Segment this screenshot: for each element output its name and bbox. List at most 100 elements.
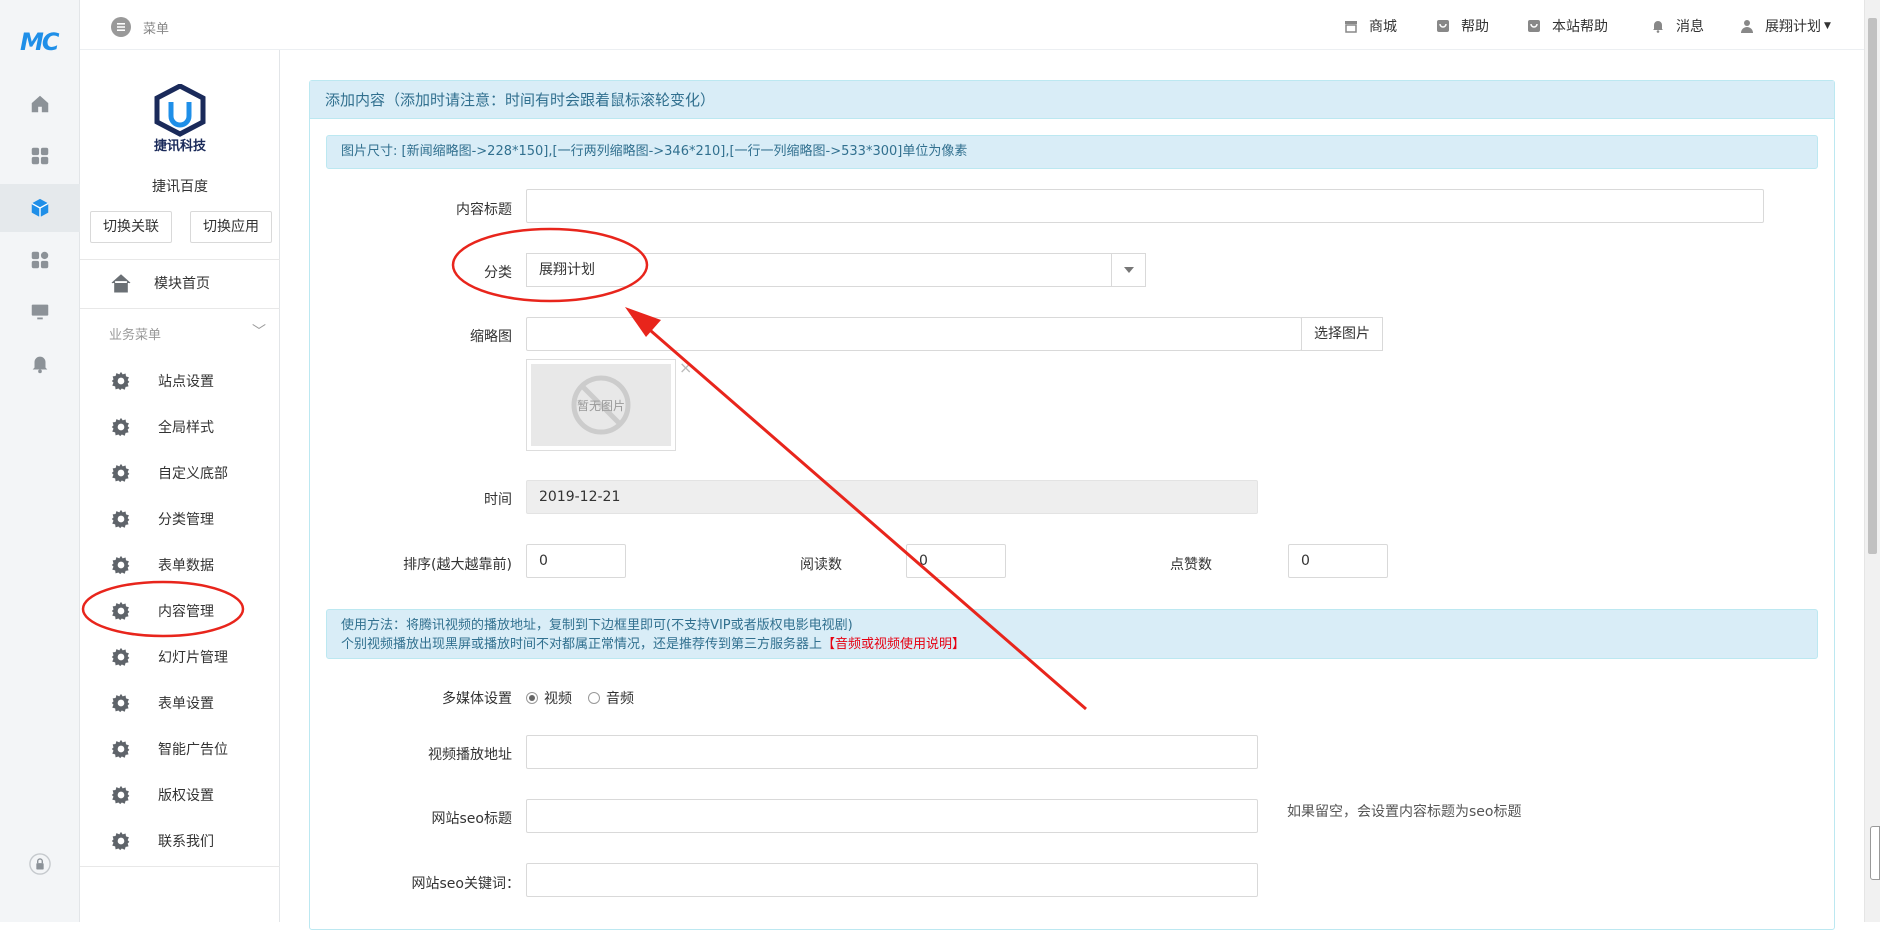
- sidebar-item-content-manage[interactable]: 内容管理: [80, 594, 280, 628]
- sort-input[interactable]: [526, 544, 626, 578]
- scrollbar-thumb[interactable]: [1868, 18, 1877, 554]
- shop-link[interactable]: 商城: [1343, 16, 1397, 36]
- gear-icon: [111, 463, 130, 483]
- sidebar-item-label: 表单数据: [158, 558, 214, 574]
- sidebar-item-form-data[interactable]: 表单数据: [80, 548, 280, 582]
- side-handle[interactable]: [1870, 826, 1880, 880]
- business-menu-heading: 业务菜单: [109, 328, 162, 343]
- seo-keywords-label: 网站seo关键词：: [411, 876, 520, 892]
- sidebar-item-label: 全局样式: [158, 420, 214, 436]
- video-note-line-1: 使用方法：将腾讯视频的播放地址，复制到下边框里即可(不支持VIP或者版权电影电视…: [341, 618, 853, 633]
- reads-label: 阅读数: [800, 557, 842, 573]
- media-guide-link[interactable]: 【音频或视频使用说明】: [822, 637, 965, 652]
- sidebar-item-smart-ad[interactable]: 智能广告位: [80, 732, 280, 766]
- lock-rail-button[interactable]: [0, 840, 80, 888]
- module-home-label: 模块首页: [154, 276, 210, 292]
- audio-radio[interactable]: 音频: [588, 688, 634, 708]
- monitor-rail-button[interactable]: [0, 288, 80, 336]
- sidebar-item-slideshow-manage[interactable]: 幻灯片管理: [80, 640, 280, 674]
- video-radio[interactable]: 视频: [526, 688, 572, 708]
- help-bag-icon: [1437, 20, 1449, 32]
- sidebar-item-label: 联系我们: [158, 834, 214, 850]
- menu-label: 菜单: [143, 21, 170, 37]
- shop-label: 商城: [1369, 19, 1397, 35]
- likes-label: 点赞数: [1170, 557, 1212, 573]
- help-label: 帮助: [1461, 19, 1489, 35]
- time-input[interactable]: [526, 480, 1258, 514]
- messages-link[interactable]: 消息: [1650, 16, 1704, 36]
- switch-link-button[interactable]: 切换关联: [90, 211, 172, 243]
- user-icon: [1741, 20, 1753, 33]
- category-value: 展翔计划: [539, 262, 595, 278]
- gear-icon: [111, 509, 130, 529]
- sort-label: 排序(越大越靠前): [403, 557, 512, 573]
- sidebar-item-category-manage[interactable]: 分类管理: [80, 502, 280, 536]
- svg-text:捷讯科技: 捷讯科技: [154, 138, 207, 154]
- likes-input[interactable]: [1288, 544, 1388, 578]
- video-url-label: 视频播放地址: [428, 747, 512, 763]
- sidebar-item-label: 幻灯片管理: [158, 650, 228, 666]
- module-home-item[interactable]: 模块首页: [80, 266, 280, 300]
- home-icon: [31, 95, 49, 113]
- monitor-icon: [31, 304, 49, 320]
- gear-icon: [111, 785, 130, 805]
- category-select[interactable]: 展翔计划: [526, 253, 1146, 287]
- divider: [80, 259, 280, 260]
- image-size-text: 图片尺寸: [新闻缩略图->228*150],[一行两列缩略图->346*210…: [341, 144, 968, 159]
- module-rail-button[interactable]: [0, 184, 80, 232]
- video-url-input[interactable]: [526, 735, 1258, 769]
- messages-label: 消息: [1676, 19, 1704, 35]
- sidebar-item-site-settings[interactable]: 站点设置: [80, 364, 280, 398]
- home-rail-button[interactable]: [0, 80, 80, 128]
- radio-selected-icon: [526, 692, 538, 704]
- sidebar-item-label: 内容管理: [158, 604, 214, 620]
- chevron-down-icon[interactable]: ﹀: [252, 321, 266, 341]
- seo-keywords-input[interactable]: [526, 863, 1258, 897]
- home-icon: [111, 274, 131, 293]
- icon-rail: MC: [0, 0, 80, 922]
- video-usage-note: 使用方法：将腾讯视频的播放地址，复制到下边框里即可(不支持VIP或者版权电影电视…: [326, 609, 1818, 659]
- panel-title: 添加内容（添加时请注意：时间有时会跟着鼠标滚轮变化）: [310, 81, 1834, 119]
- seo-title-hint: 如果留空，会设置内容标题为seo标题: [1287, 804, 1522, 820]
- seo-title-input[interactable]: [526, 799, 1258, 833]
- help-link[interactable]: 帮助: [1435, 16, 1489, 36]
- app-logo[interactable]: MC: [20, 28, 59, 56]
- switch-app-button[interactable]: 切换应用: [190, 211, 272, 243]
- page-scrollbar[interactable]: [1864, 0, 1880, 922]
- caret-down-icon: ▼: [1824, 21, 1831, 31]
- thumbnail-preview: 暂无图片: [526, 359, 676, 451]
- list-icon: [111, 17, 131, 37]
- plugins-rail-button[interactable]: [0, 236, 80, 284]
- dropdown-caret-icon[interactable]: [1111, 254, 1145, 286]
- store-icon: [1345, 21, 1357, 33]
- video-note-line-2: 个别视频播放出现黑屏或播放时间不对都属正常情况，还是推荐传到第三方服务器上: [341, 637, 823, 652]
- notify-rail-button[interactable]: [0, 340, 80, 388]
- gear-icon: [111, 601, 130, 621]
- user-menu[interactable]: 展翔计划 ▼: [1739, 16, 1831, 36]
- reads-input[interactable]: [906, 544, 1006, 578]
- sidebar-item-custom-footer[interactable]: 自定义底部: [80, 456, 280, 490]
- choose-image-button[interactable]: 选择图片: [1301, 317, 1383, 351]
- gear-icon: [111, 831, 130, 851]
- menu-toggle[interactable]: 菜单: [111, 17, 169, 37]
- divider: [80, 866, 280, 867]
- site-help-link[interactable]: 本站帮助: [1526, 16, 1608, 36]
- gear-icon: [111, 417, 130, 437]
- remove-thumbnail-icon[interactable]: ×: [679, 358, 692, 377]
- radio-unselected-icon: [588, 692, 600, 704]
- sidebar-item-label: 表单设置: [158, 696, 214, 712]
- title-input[interactable]: [526, 189, 1764, 223]
- sidebar-item-label: 分类管理: [158, 512, 214, 528]
- seo-title-label: 网站seo标题: [431, 811, 512, 827]
- apps-rail-button[interactable]: [0, 132, 80, 180]
- sidebar-item-copyright[interactable]: 版权设置: [80, 778, 280, 812]
- thumbnail-label: 缩略图: [470, 329, 512, 345]
- video-radio-label: 视频: [544, 691, 572, 707]
- help-bag-icon: [1528, 20, 1540, 32]
- sidebar-item-form-settings[interactable]: 表单设置: [80, 686, 280, 720]
- add-content-panel: 添加内容（添加时请注意：时间有时会跟着鼠标滚轮变化） 图片尺寸: [新闻缩略图-…: [309, 80, 1835, 930]
- category-label: 分类: [484, 265, 512, 281]
- sidebar-item-global-style[interactable]: 全局样式: [80, 410, 280, 444]
- thumbnail-input[interactable]: [526, 317, 1302, 351]
- sidebar-item-contact[interactable]: 联系我们: [80, 824, 280, 858]
